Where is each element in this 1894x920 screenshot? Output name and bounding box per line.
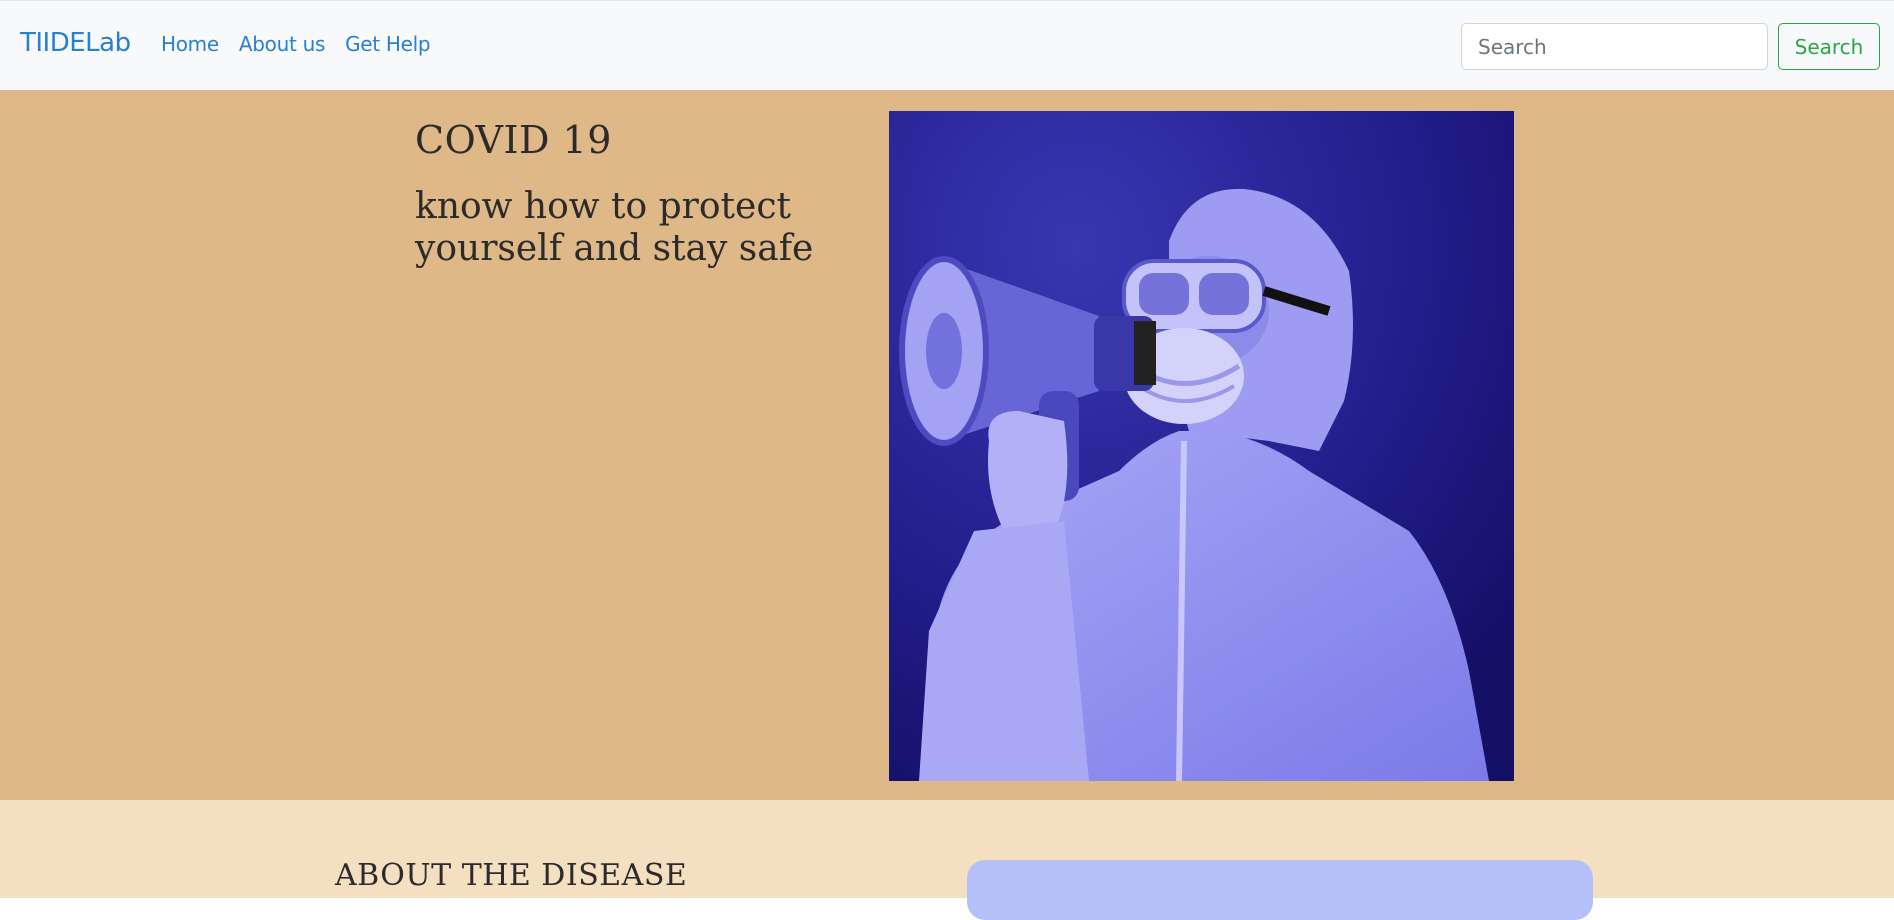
hero-subtitle: know how to protect yourself and stay sa… <box>415 186 814 269</box>
hero-title: COVID 19 <box>415 118 612 162</box>
nav-link-home[interactable]: Home <box>161 32 219 56</box>
about-card <box>967 860 1593 920</box>
hero-section: COVID 19 know how to protect yourself an… <box>0 90 1894 800</box>
hero-image <box>889 111 1514 781</box>
navbar: TIIDELab Home About us Get Help Search <box>0 0 1894 90</box>
about-section: ABOUT THE DISEASE <box>0 800 1894 920</box>
about-title: ABOUT THE DISEASE <box>335 858 688 893</box>
search-button[interactable]: Search <box>1778 23 1880 70</box>
person-with-megaphone-image <box>889 111 1514 781</box>
nav-links: Home About us Get Help <box>161 32 450 56</box>
nav-link-get-help[interactable]: Get Help <box>345 32 431 56</box>
nav-link-about-us[interactable]: About us <box>239 32 325 56</box>
brand-link[interactable]: TIIDELab <box>20 28 131 58</box>
search-input[interactable] <box>1461 23 1768 70</box>
